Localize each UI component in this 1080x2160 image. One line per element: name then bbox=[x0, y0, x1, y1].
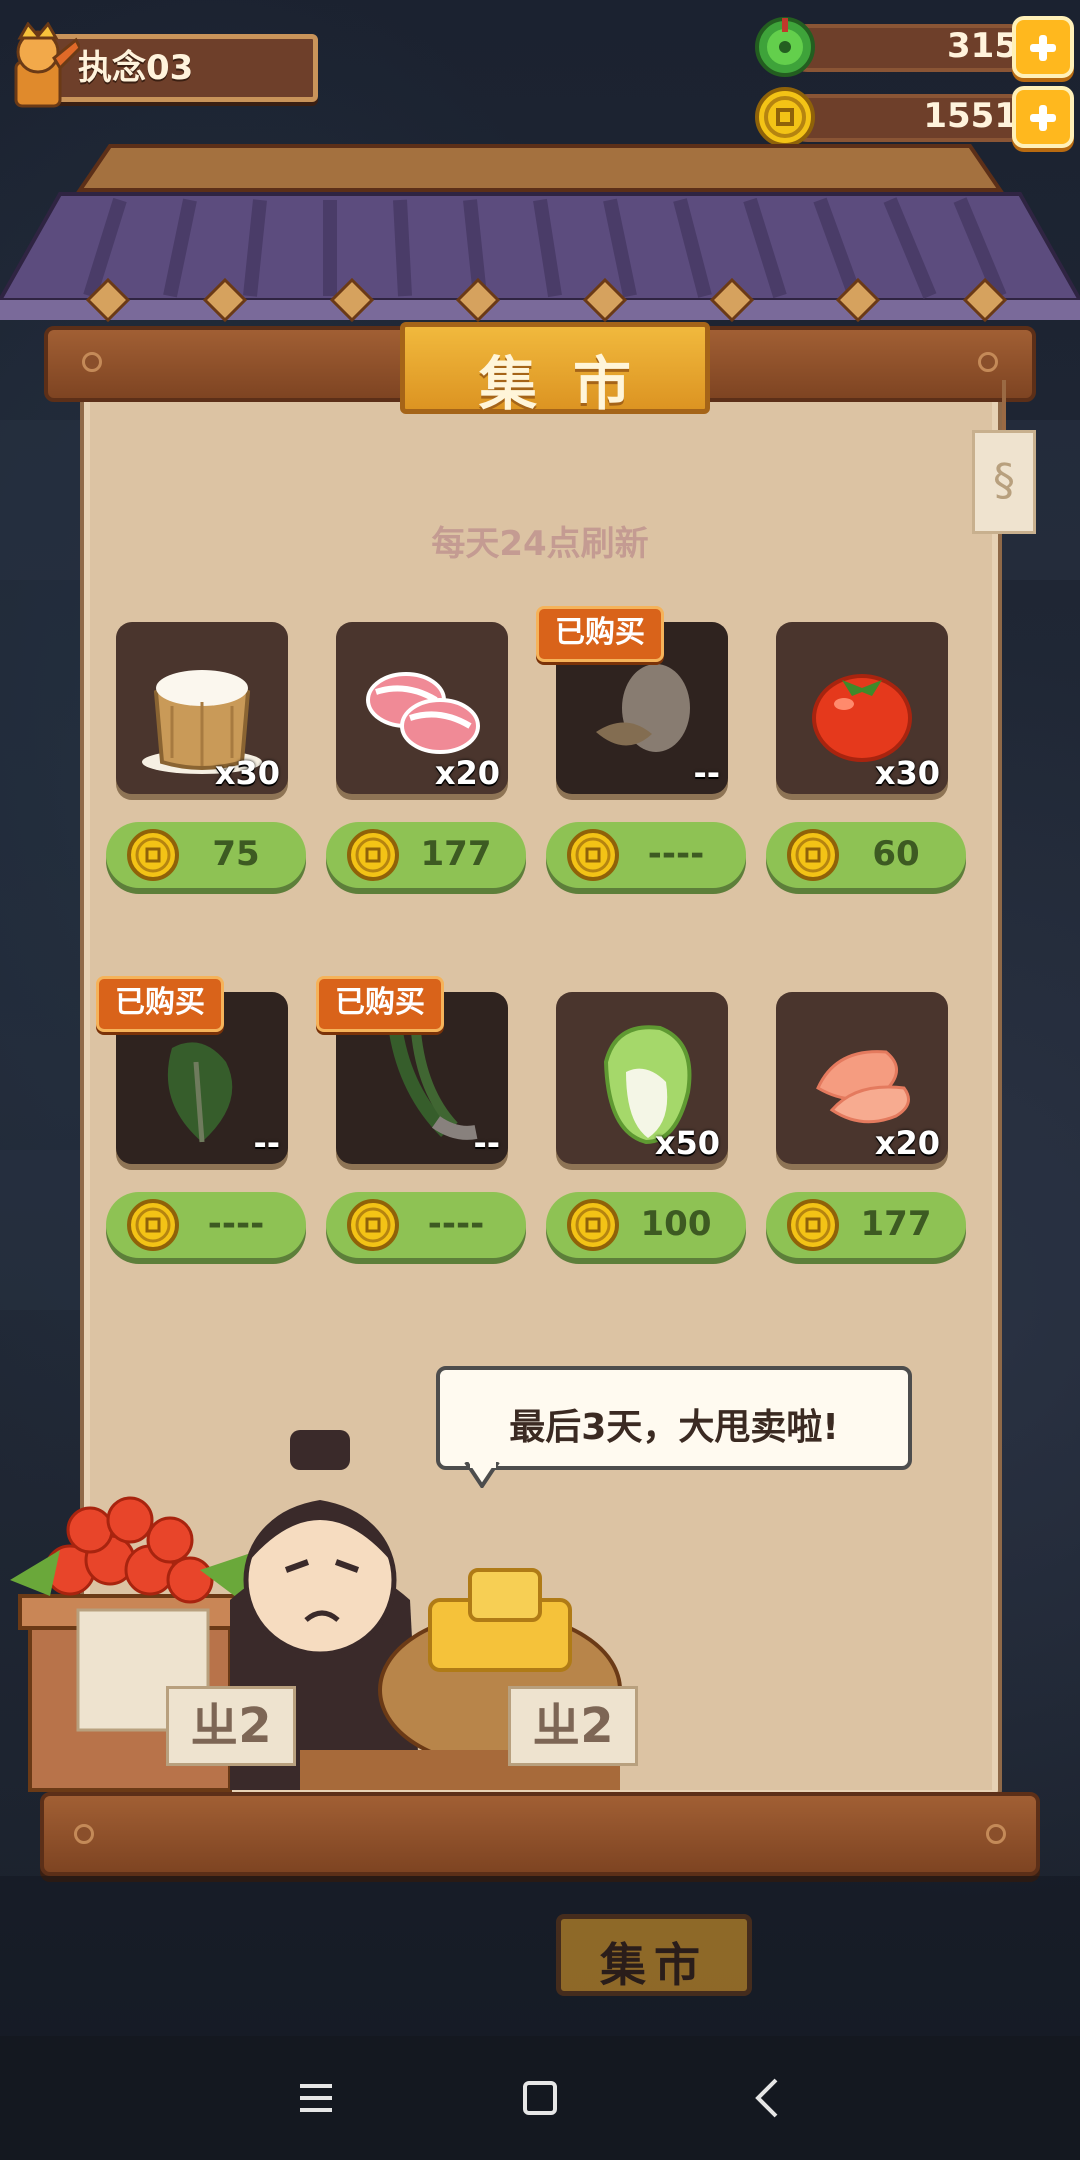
item-quantity: x20 bbox=[874, 1124, 940, 1162]
item-price: ---- bbox=[207, 1204, 265, 1244]
item-tile: x30 bbox=[116, 622, 288, 794]
buy-button[interactable]: 75 bbox=[106, 822, 306, 888]
shop-item-chicken[interactable]: x20 177 bbox=[766, 992, 966, 1262]
jade-value: 315 bbox=[947, 26, 1018, 66]
tag-mark: § bbox=[993, 455, 1015, 506]
shop-item-tomato[interactable]: x30 60 bbox=[766, 622, 966, 892]
price-sign: ㄓ2 bbox=[508, 1686, 638, 1766]
item-price: 177 bbox=[860, 1204, 932, 1244]
background-market-sign: 集市 bbox=[556, 1914, 752, 1996]
item-price: 100 bbox=[640, 1204, 712, 1244]
item-price: ---- bbox=[427, 1204, 485, 1244]
jade-coin-icon bbox=[755, 17, 815, 77]
market-title-plate: 集市 bbox=[400, 322, 710, 418]
buy-button[interactable]: ---- bbox=[326, 1192, 526, 1258]
item-quantity: x30 bbox=[214, 754, 280, 792]
item-quantity: -- bbox=[473, 1124, 500, 1162]
player-nameplate[interactable]: 执念03 bbox=[10, 22, 318, 108]
item-tile: x20 bbox=[776, 992, 948, 1164]
shop-item-egg[interactable]: -- 已购买 ---- bbox=[536, 606, 746, 892]
nail bbox=[74, 1824, 94, 1844]
background-sign-text: 集市 bbox=[600, 1938, 708, 1992]
copper-coin-icon bbox=[127, 829, 179, 881]
item-price: 177 bbox=[420, 834, 492, 874]
shop-item-spinach[interactable]: -- 已购买 ---- bbox=[96, 976, 306, 1262]
menu-icon bbox=[300, 2084, 332, 2112]
tag-string bbox=[1002, 380, 1006, 434]
jade-counter: 315 bbox=[754, 16, 1074, 78]
home-button[interactable] bbox=[508, 2066, 572, 2130]
nail bbox=[986, 1824, 1006, 1844]
buy-button[interactable]: ---- bbox=[546, 822, 746, 888]
copper-coin-icon bbox=[787, 829, 839, 881]
item-tile: x20 bbox=[336, 622, 508, 794]
nail bbox=[978, 352, 998, 372]
market-title: 集市 bbox=[478, 350, 667, 418]
buy-button[interactable]: 177 bbox=[326, 822, 526, 888]
market-roof bbox=[0, 144, 1080, 323]
buy-button[interactable]: ---- bbox=[106, 1192, 306, 1258]
item-price: 75 bbox=[212, 834, 260, 874]
player-name: 执念03 bbox=[78, 48, 194, 88]
shop-item-rice[interactable]: x30 75 bbox=[106, 622, 306, 892]
system-nav-bar bbox=[0, 2036, 1080, 2160]
copper-coin-icon bbox=[787, 1199, 839, 1251]
item-quantity: x30 bbox=[874, 754, 940, 792]
bottom-beam bbox=[40, 1792, 1040, 1876]
item-tile: x50 bbox=[556, 992, 728, 1164]
item-quantity: -- bbox=[693, 754, 720, 792]
shop-item-pork[interactable]: x20 177 bbox=[326, 622, 526, 892]
purchased-badge: 已购买 bbox=[316, 976, 444, 1032]
player-avatar-icon bbox=[14, 22, 80, 108]
home-icon bbox=[523, 2081, 557, 2115]
nail bbox=[82, 352, 102, 372]
copper-coin-icon bbox=[567, 829, 619, 881]
copper-coin-icon bbox=[567, 1199, 619, 1251]
buy-button[interactable]: 60 bbox=[766, 822, 966, 888]
item-price: 60 bbox=[872, 834, 920, 874]
price-sign: ㄓ2 bbox=[166, 1686, 296, 1766]
copper-coin-icon bbox=[347, 1199, 399, 1251]
item-quantity: x20 bbox=[434, 754, 500, 792]
menu-button[interactable] bbox=[284, 2066, 348, 2130]
refresh-note: 每天24点刷新 bbox=[431, 524, 649, 564]
purchased-badge: 已购买 bbox=[96, 976, 224, 1032]
item-tile: x30 bbox=[776, 622, 948, 794]
buy-button[interactable]: 177 bbox=[766, 1192, 966, 1258]
purchased-badge: 已购买 bbox=[536, 606, 664, 662]
buy-button[interactable]: 100 bbox=[546, 1192, 746, 1258]
background-dim bbox=[0, 1876, 1080, 2036]
item-quantity: -- bbox=[253, 1124, 280, 1162]
item-price: ---- bbox=[647, 834, 705, 874]
shop-item-cabbage[interactable]: x50 100 bbox=[546, 992, 746, 1262]
copper-coin-icon bbox=[127, 1199, 179, 1251]
item-quantity: x50 bbox=[654, 1124, 720, 1162]
shop-item-scallion[interactable]: -- 已购买 ---- bbox=[316, 976, 526, 1262]
back-icon bbox=[755, 2078, 778, 2118]
copper-coin-icon bbox=[347, 829, 399, 881]
back-button[interactable] bbox=[736, 2066, 800, 2130]
add-jade-button[interactable] bbox=[1012, 16, 1074, 78]
